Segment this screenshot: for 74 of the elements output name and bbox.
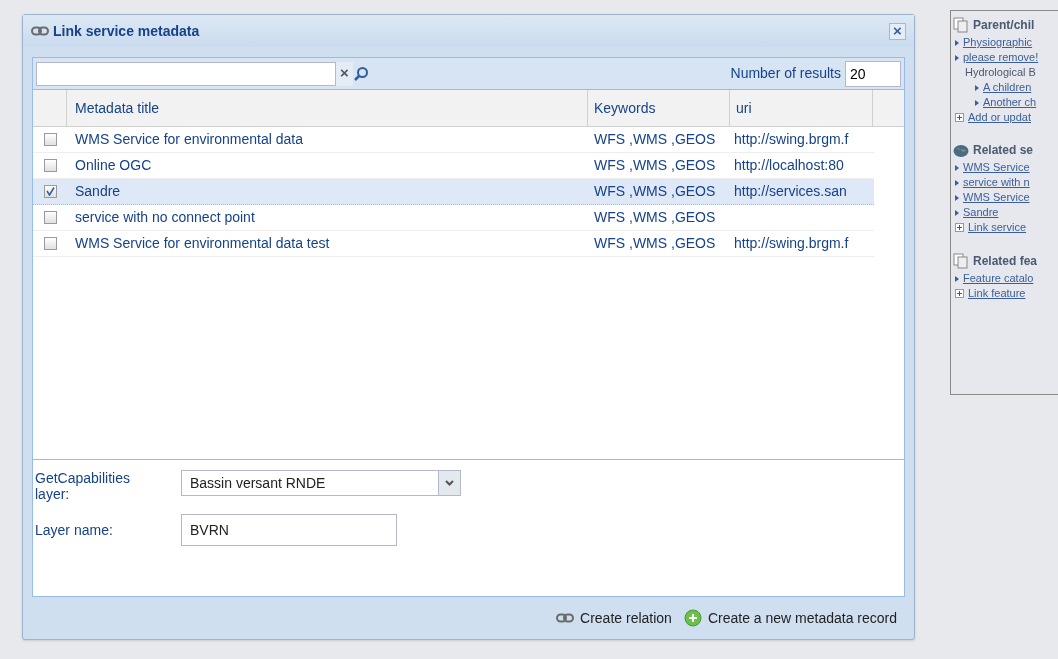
table-cell: http://localhost:80 <box>734 157 844 173</box>
layer-name-label: Layer name: <box>34 520 114 540</box>
table-row[interactable]: Sandre WFS ,WMS ,GEOS http://services.san <box>33 179 874 205</box>
table-cell: WMS Service for environmental data <box>75 131 303 147</box>
row-checkbox[interactable] <box>43 133 57 146</box>
table-cell: WFS ,WMS ,GEOS <box>594 209 716 225</box>
row-checkbox[interactable] <box>43 237 57 250</box>
table-cell: service with no connect point <box>75 209 255 225</box>
related-link[interactable]: Feature catalo <box>963 271 1034 286</box>
column-header[interactable]: uri <box>730 90 873 126</box>
globe-icon <box>953 143 969 158</box>
table-cell: WFS ,WMS ,GEOS <box>594 183 716 199</box>
bullet-icon <box>955 164 959 171</box>
column-header[interactable]: Keywords <box>588 90 730 126</box>
column-header[interactable]: Metadata title <box>67 90 588 126</box>
bullet-icon <box>975 99 979 106</box>
add-link[interactable]: Add or updat <box>968 110 1031 125</box>
table-cell: WMS Service for environmental data test <box>75 235 330 251</box>
bullet-icon <box>955 179 959 186</box>
section-title: Parent/chil <box>973 17 1035 33</box>
create-relation-button[interactable]: Create relation <box>556 607 672 629</box>
layer-name-field[interactable]: BVRN <box>181 514 397 546</box>
bullet-icon <box>955 194 959 201</box>
layer-select[interactable]: Bassin versant RNDE <box>181 470 461 496</box>
dialog-title: Link service metadata <box>53 21 200 41</box>
table-cell: WFS ,WMS ,GEOS <box>594 235 716 251</box>
layer-label: GetCapabilities layer: <box>34 470 131 502</box>
results-label: Number of results <box>730 64 841 83</box>
section-title: Related fea <box>973 253 1038 269</box>
row-checkbox[interactable] <box>43 211 57 224</box>
table-cell: http://services.san <box>734 183 847 199</box>
child-link[interactable]: A children <box>983 80 1032 95</box>
table-cell: WFS ,WMS ,GEOS <box>594 131 716 147</box>
expand-icon[interactable] <box>955 289 964 298</box>
dropdown-icon <box>445 480 454 486</box>
related-link[interactable]: Physiographic <box>963 35 1033 50</box>
related-link[interactable]: WMS Service <box>963 190 1030 205</box>
related-link[interactable]: WMS Service <box>963 160 1030 175</box>
bullet-icon <box>955 275 959 282</box>
table-cell: Sandre <box>75 183 121 199</box>
section-title: Related se <box>973 143 1034 158</box>
table-cell: http://swing.brgm.f <box>734 131 849 147</box>
chain-icon <box>556 613 575 623</box>
row-checkbox[interactable] <box>43 185 57 198</box>
related-link[interactable]: Sandre <box>963 205 999 220</box>
bullet-icon <box>955 39 959 46</box>
table-row[interactable]: service with no connect point WFS ,WMS ,GEOS <box>33 205 874 231</box>
results-field[interactable]: 20 <box>845 60 901 87</box>
table-cell: WFS ,WMS ,GEOS <box>594 157 716 173</box>
chain-icon <box>31 26 49 36</box>
related-link[interactable]: please remove! <box>963 50 1039 65</box>
close-button[interactable]: × <box>889 22 906 40</box>
new-record-button[interactable]: Create a new metadata record <box>683 607 897 629</box>
child-link[interactable]: Another ch <box>983 95 1037 110</box>
pages-icon <box>953 253 969 269</box>
bullet-icon <box>955 54 959 61</box>
search-field[interactable] <box>36 61 336 86</box>
bullet-icon <box>955 209 959 216</box>
expand-icon[interactable] <box>955 113 964 122</box>
record-title: Hydrological B <box>964 65 1037 80</box>
row-checkbox[interactable] <box>43 159 57 172</box>
pages-icon <box>953 17 969 33</box>
related-link[interactable]: service with n <box>963 175 1030 190</box>
table-row[interactable]: WMS Service for environmental data test WFS ,WMS ,GEOS http://swing.brgm.f <box>33 231 874 257</box>
search-icon[interactable] <box>352 65 369 82</box>
table-cell: Online OGC <box>75 157 152 173</box>
add-link[interactable]: Link feature <box>968 286 1026 301</box>
table-cell: http://swing.brgm.f <box>734 235 849 251</box>
expand-icon[interactable] <box>955 223 964 232</box>
bullet-icon <box>975 84 979 91</box>
clear-button[interactable]: × <box>336 61 353 86</box>
table-row[interactable]: WMS Service for environmental data WFS ,WMS ,GEOS http://swing.brgm.f <box>33 127 874 153</box>
add-link[interactable]: Link service <box>968 220 1027 235</box>
plus-icon <box>683 609 702 627</box>
